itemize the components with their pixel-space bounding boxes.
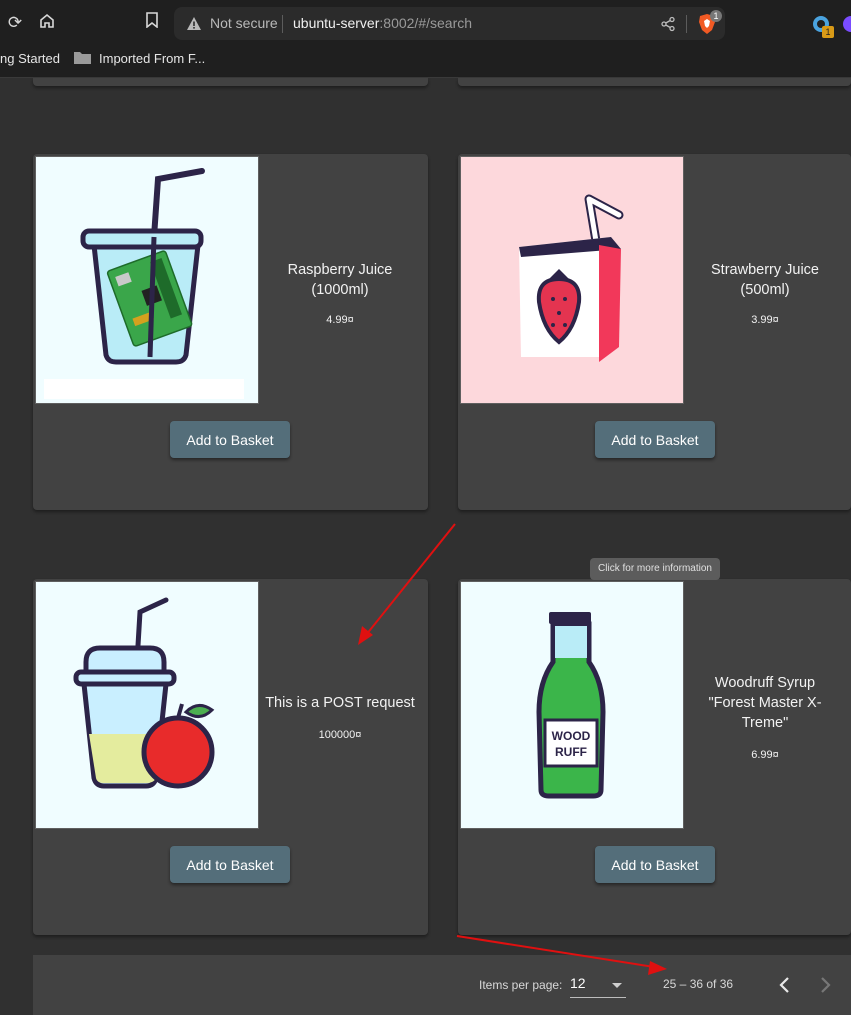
add-to-basket-button[interactable]: Add to Basket <box>170 421 290 458</box>
product-image[interactable] <box>35 581 259 829</box>
brave-badge: 1 <box>710 10 722 22</box>
product-name[interactable]: Woodruff Syrup "Forest Master X-Treme" <box>690 673 840 733</box>
product-card-partial[interactable] <box>33 78 428 86</box>
product-name[interactable]: Strawberry Juice (500ml) <box>690 260 840 300</box>
items-per-page-value: 12 <box>570 975 586 991</box>
product-card[interactable]: Raspberry Juice (1000ml) 4.99¤ Add to Ba… <box>33 154 428 510</box>
product-name[interactable]: This is a POST request <box>265 693 415 713</box>
previous-page-icon[interactable] <box>771 971 799 999</box>
paginator: Items per page: 12 25 – 36 of 36 <box>33 955 851 1015</box>
extension-badge: 1 <box>822 26 834 38</box>
add-to-basket-button[interactable]: Add to Basket <box>170 846 290 883</box>
page-range-label: 25 – 36 of 36 <box>663 977 734 991</box>
product-image[interactable]: WOOD RUFF <box>460 581 684 829</box>
product-image[interactable] <box>35 156 259 404</box>
extension-icon-partial[interactable] <box>843 16 851 32</box>
next-page-icon[interactable] <box>811 971 839 999</box>
tooltip: Click for more information <box>590 558 720 580</box>
product-name[interactable]: Raspberry Juice (1000ml) <box>265 260 415 300</box>
product-price: 100000¤ <box>318 729 362 741</box>
share-icon[interactable] <box>660 16 676 32</box>
url-divider <box>282 15 283 33</box>
apple-juice-icon <box>36 582 258 828</box>
product-price: 3.99¤ <box>751 314 779 326</box>
items-per-page-label: Items per page: <box>479 978 563 992</box>
juice-cup-icon <box>36 157 258 403</box>
bookmark-icon-glyph <box>146 12 158 29</box>
reload-icon[interactable]: ⟳ <box>4 12 26 34</box>
url-host: ubuntu-server <box>293 15 380 31</box>
url-divider-2 <box>686 15 687 33</box>
product-card[interactable]: This is a POST request 100000¤ Add to Ba… <box>33 579 428 935</box>
product-price: 4.99¤ <box>326 314 354 326</box>
juice-box-icon <box>461 157 683 403</box>
url-path: :8002/#/search <box>379 15 473 31</box>
product-price: 6.99¤ <box>751 749 779 761</box>
bookmark-imported[interactable]: Imported From F... <box>99 51 205 66</box>
not-secure-label: Not secure <box>210 15 278 31</box>
address-bar[interactable]: Not secure ubuntu-server:8002/#/search 1 <box>174 7 725 40</box>
home-icon-glyph <box>40 13 54 28</box>
product-card[interactable]: Strawberry Juice (500ml) 3.99¤ Add to Ba… <box>458 154 851 510</box>
add-to-basket-button[interactable]: Add to Basket <box>595 421 715 458</box>
bookmark-getting-started[interactable]: ng Started <box>0 51 60 66</box>
bookmark-icon[interactable] <box>141 12 163 34</box>
browser-toolbar: ⟳ Not secure ubuntu-server:8002/#/search… <box>0 0 851 78</box>
add-to-basket-button[interactable]: Add to Basket <box>595 846 715 883</box>
warning-icon[interactable] <box>186 16 202 32</box>
folder-icon <box>74 52 91 64</box>
home-icon[interactable] <box>36 12 58 34</box>
dropdown-caret-icon <box>612 983 622 988</box>
items-per-page-select[interactable]: 12 <box>570 973 626 998</box>
product-card[interactable]: WOOD RUFF Woodruff Syrup "Forest Master … <box>458 579 851 935</box>
woodruff-label-line-2: RUFF <box>555 745 587 759</box>
url-text[interactable]: ubuntu-server:8002/#/search <box>293 15 472 31</box>
product-image[interactable] <box>460 156 684 404</box>
woodruff-label-line-1: WOOD <box>552 729 591 743</box>
product-card-partial[interactable] <box>458 78 851 86</box>
syrup-bottle-icon: WOOD RUFF <box>461 582 683 828</box>
